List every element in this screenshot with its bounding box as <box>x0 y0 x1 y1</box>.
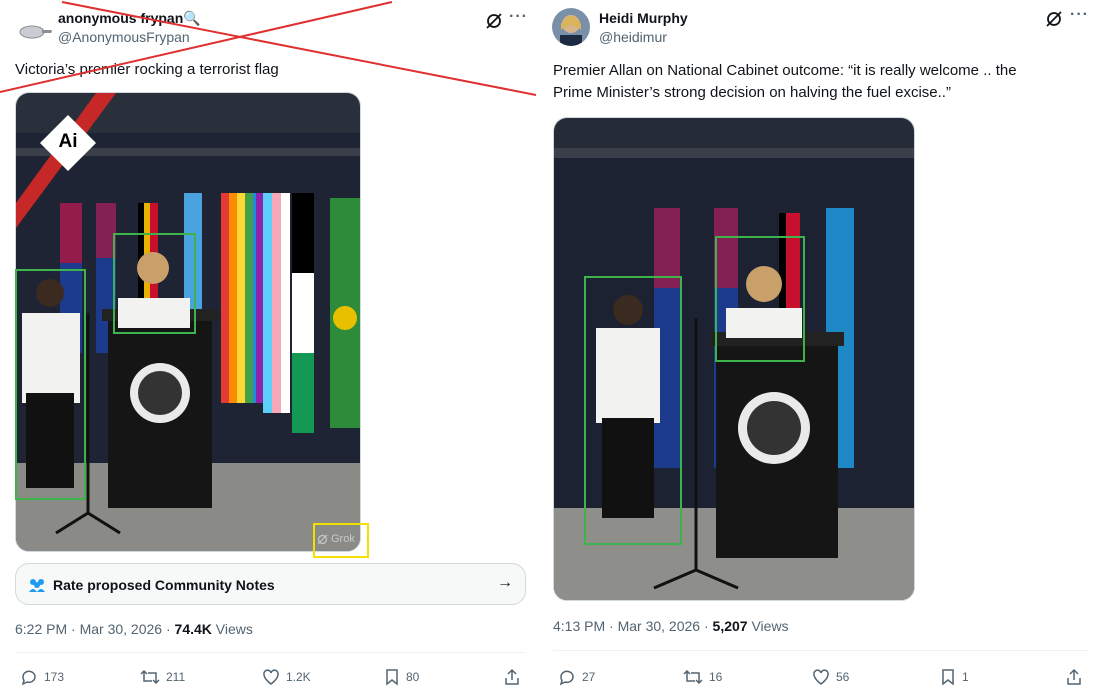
highlight-box-premier-left <box>113 233 196 334</box>
bookmark-icon <box>386 669 398 686</box>
tweet-text-line-1: Premier Allan on National Cabinet outcom… <box>553 62 1017 79</box>
reply-icon <box>559 670 574 686</box>
author-handle[interactable]: @heidimur <box>599 29 667 45</box>
bookmark-count: 1 <box>962 670 969 684</box>
bookmark-icon <box>942 669 954 686</box>
frypan-avatar[interactable] <box>16 10 52 46</box>
arrow-right-icon: → <box>497 574 513 591</box>
author-name[interactable]: Heidi Murphy <box>599 10 688 26</box>
right-post: Heidi Murphy @heidimur ··· Premier Allan… <box>540 0 1100 697</box>
ai-badge-label: Ai <box>58 131 78 152</box>
tweet-text: Victoria’s premier rocking a terrorist f… <box>15 61 279 78</box>
community-notes-label: Rate proposed Community Notes <box>53 577 275 593</box>
share-button[interactable] <box>1065 666 1083 688</box>
divider <box>15 652 526 653</box>
repost-count: 16 <box>709 670 723 684</box>
highlight-box-grok-watermark <box>313 523 369 558</box>
repost-button[interactable]: 16 <box>683 666 722 688</box>
community-notes-icon <box>28 577 46 598</box>
post-timestamp: 4:13 PM · Mar 30, 2026 · 5,207 Views <box>553 618 789 634</box>
reply-button[interactable]: 27 <box>558 666 595 688</box>
divider <box>553 650 1088 651</box>
bookmark-button[interactable]: 1 <box>940 666 969 688</box>
views-label: Views <box>747 618 789 634</box>
share-button[interactable] <box>503 666 521 688</box>
grok-icon[interactable] <box>485 12 503 30</box>
reply-count: 27 <box>582 670 596 684</box>
reply-icon <box>21 670 36 686</box>
views-label: Views <box>211 621 253 637</box>
post-timestamp: 6:22 PM · Mar 30, 2026 · 74.4K Views <box>15 621 253 637</box>
views-count: 74.4K <box>174 621 212 637</box>
like-count: 56 <box>836 670 850 684</box>
author-handle[interactable]: @AnonymousFrypan <box>58 29 190 45</box>
heart-icon <box>263 669 279 685</box>
highlight-box-person-left <box>15 269 86 500</box>
highlight-box-person-right <box>584 276 682 545</box>
share-icon <box>1067 668 1081 685</box>
share-icon <box>505 668 519 685</box>
like-button[interactable]: 1.2K <box>262 666 311 688</box>
tweet-text-line-2: Prime Minister’s strong decision on halv… <box>553 84 951 101</box>
bookmark-button[interactable]: 80 <box>384 666 419 688</box>
like-button[interactable]: 56 <box>812 666 849 688</box>
reply-count: 173 <box>44 670 65 684</box>
like-count: 1.2K <box>286 670 311 684</box>
rate-community-notes-button[interactable]: Rate proposed Community Notes → <box>15 563 526 605</box>
left-post: anonymous frypan🔍 @AnonymousFrypan ··· V… <box>0 0 540 697</box>
bookmark-count: 80 <box>406 670 420 684</box>
author-name[interactable]: anonymous frypan🔍 <box>58 10 201 27</box>
repost-icon <box>683 669 703 685</box>
grok-icon[interactable] <box>1045 10 1063 28</box>
reply-button[interactable]: 173 <box>20 666 64 688</box>
heart-icon <box>813 669 829 685</box>
views-count: 5,207 <box>712 618 748 634</box>
heidi-avatar[interactable] <box>552 8 590 46</box>
repost-count: 211 <box>166 670 186 684</box>
more-options-icon[interactable]: ··· <box>1070 6 1089 24</box>
repost-button[interactable]: 211 <box>140 666 185 688</box>
highlight-box-premier-right <box>715 236 805 362</box>
more-options-icon[interactable]: ··· <box>509 8 528 26</box>
timestamp-text: 6:22 PM · Mar 30, 2026 · <box>15 621 175 637</box>
timestamp-text: 4:13 PM · Mar 30, 2026 · <box>553 618 713 634</box>
repost-icon <box>140 669 160 685</box>
